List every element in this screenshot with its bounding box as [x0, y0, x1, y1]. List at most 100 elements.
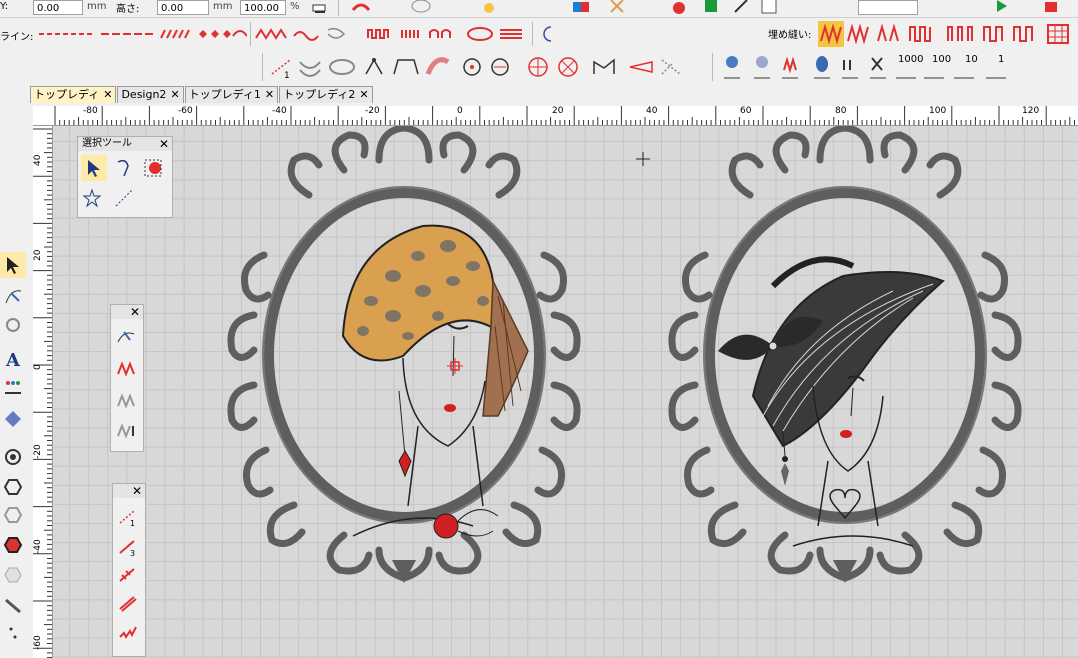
stitch-split-icon[interactable] [115, 419, 137, 441]
grid-icon[interactable] [758, 0, 780, 17]
satin-style-icons[interactable] [254, 24, 530, 44]
ruler-h-label: 40 [646, 106, 658, 116]
dots-icon[interactable] [2, 622, 24, 644]
close-icon[interactable]: ✕ [265, 87, 274, 103]
y-field[interactable]: 0.00 [33, 0, 83, 15]
design-canvas[interactable] [53, 126, 1078, 658]
ruler-h-label: 60 [740, 106, 752, 116]
hexagon-red-icon[interactable] [2, 534, 24, 556]
fill-style-icons[interactable] [818, 21, 1078, 47]
fill-count-3[interactable]: 1 [998, 54, 1004, 65]
pen-icon[interactable] [730, 0, 752, 17]
close-icon[interactable]: ✕ [130, 305, 140, 319]
diamond-icon[interactable] [2, 408, 24, 430]
ruler-h-label: -80 [83, 106, 98, 116]
vertical-ruler[interactable]: 40 20 0 -20 -40 -60 [33, 126, 53, 658]
line-1-icon[interactable]: 1 [117, 506, 139, 528]
y-label: Y: [0, 1, 9, 12]
ruler-v-label: -20 [33, 444, 43, 459]
circle-target-icon[interactable] [2, 446, 24, 468]
transform-icon[interactable] [2, 312, 24, 334]
green-square-icon[interactable] [700, 0, 722, 17]
hexagon-offset-icon[interactable] [2, 504, 24, 526]
line-label: ライン: [0, 32, 34, 43]
height-unit: mm [213, 1, 233, 12]
outline-oval-icon[interactable] [410, 0, 432, 17]
left-toolbox: A [0, 240, 30, 658]
close-icon[interactable]: ✕ [159, 137, 169, 151]
value-field[interactable] [858, 0, 918, 15]
close-icon[interactable]: ✕ [103, 87, 112, 103]
y-unit: mm [87, 1, 107, 12]
color-icon[interactable] [570, 0, 592, 17]
height-field[interactable]: 0.00 [157, 0, 209, 15]
line-style-icons[interactable] [37, 24, 247, 44]
fill-count-0[interactable]: 1000 [898, 54, 923, 65]
ruler-h-label: -20 [365, 106, 380, 116]
people-icon[interactable] [2, 376, 24, 398]
crosshair-cursor [636, 152, 650, 166]
stop-icon[interactable] [1040, 0, 1062, 17]
star-select-icon[interactable] [81, 187, 103, 209]
svg-text:1: 1 [284, 71, 290, 80]
paint-icon[interactable] [668, 0, 690, 17]
right-portrait[interactable] [672, 128, 1018, 583]
tab-design2[interactable]: Design2 ✕ [117, 86, 184, 103]
sun-icon[interactable] [478, 0, 500, 17]
point-select-icon[interactable] [113, 187, 135, 209]
knife-icon[interactable] [2, 594, 24, 616]
tab-label: トップレディ2 [283, 88, 356, 101]
hexagon-gray-icon[interactable] [2, 564, 24, 586]
ruler-h-label: -60 [178, 106, 193, 116]
line-tool-panel: ✕ 1 3 [112, 483, 146, 657]
svg-text:1: 1 [130, 519, 135, 527]
close-icon[interactable]: ✕ [359, 87, 368, 103]
tab-label: トップレディ [34, 88, 100, 101]
tab-label: Design2 [121, 88, 167, 101]
reshape-icon[interactable] [115, 325, 137, 347]
select-arrow-icon[interactable] [0, 252, 26, 278]
embroidery-design[interactable] [53, 126, 1078, 658]
node-edit-icon[interactable] [2, 284, 24, 306]
tab-toplady1[interactable]: トップレディ1 ✕ [184, 86, 279, 103]
ruler-corner[interactable] [33, 106, 53, 126]
line-3-icon[interactable]: 3 [117, 536, 139, 558]
select-arrow-icon[interactable] [81, 155, 107, 181]
hexagon-outline-icon[interactable] [2, 476, 24, 498]
text-icon[interactable]: A [2, 348, 24, 370]
scissors-icon[interactable] [606, 0, 628, 17]
ruler-v-label: 0 [33, 364, 43, 370]
stitch-edit-icon[interactable] [115, 357, 137, 379]
shape-tool-icons[interactable]: 1 [268, 54, 688, 80]
ruler-h-label: 0 [457, 106, 463, 116]
left-portrait[interactable] [231, 128, 577, 583]
close-icon[interactable]: ✕ [132, 484, 142, 498]
zigzag-line-icon[interactable] [117, 620, 139, 642]
line-toolbar: ライン: 埋め縫い: [0, 17, 1078, 50]
ruler-h-label: -40 [272, 106, 287, 116]
ruler-h-label: 120 [1022, 106, 1040, 116]
panel-title: ✕ [113, 484, 145, 498]
panel-title-text: 選択ツール [82, 138, 132, 149]
ruler-h-label: 20 [552, 106, 564, 116]
satin-line-icon[interactable] [117, 592, 139, 614]
shape-toolbar: 1 1000 100 10 1 [0, 49, 1078, 85]
bean-stitch-icon[interactable] [117, 564, 139, 586]
tab-toplady2[interactable]: トップレディ2 ✕ [279, 86, 373, 103]
run-icon[interactable] [990, 0, 1012, 17]
stitch-type-icon[interactable] [350, 0, 372, 17]
percent-field[interactable]: 100.00 [240, 0, 286, 15]
panel-title: ✕ [111, 305, 143, 319]
color-select-icon[interactable] [142, 157, 164, 179]
stitch-insert-icon[interactable] [115, 389, 137, 411]
lock-ratio-icon[interactable] [308, 0, 330, 18]
moon-icon[interactable] [537, 23, 559, 45]
lasso-icon[interactable] [113, 157, 135, 179]
ruler-v-label: -40 [33, 539, 43, 554]
tab-label: トップレディ1 [188, 88, 261, 101]
horizontal-ruler[interactable]: -80 -60 -40 -20 0 20 40 60 80 100 120 [52, 106, 1078, 126]
fill-count-1[interactable]: 100 [932, 54, 951, 65]
close-icon[interactable]: ✕ [170, 87, 179, 103]
tab-toplady[interactable]: トップレディ ✕ [30, 86, 117, 103]
fill-count-2[interactable]: 10 [965, 54, 978, 65]
